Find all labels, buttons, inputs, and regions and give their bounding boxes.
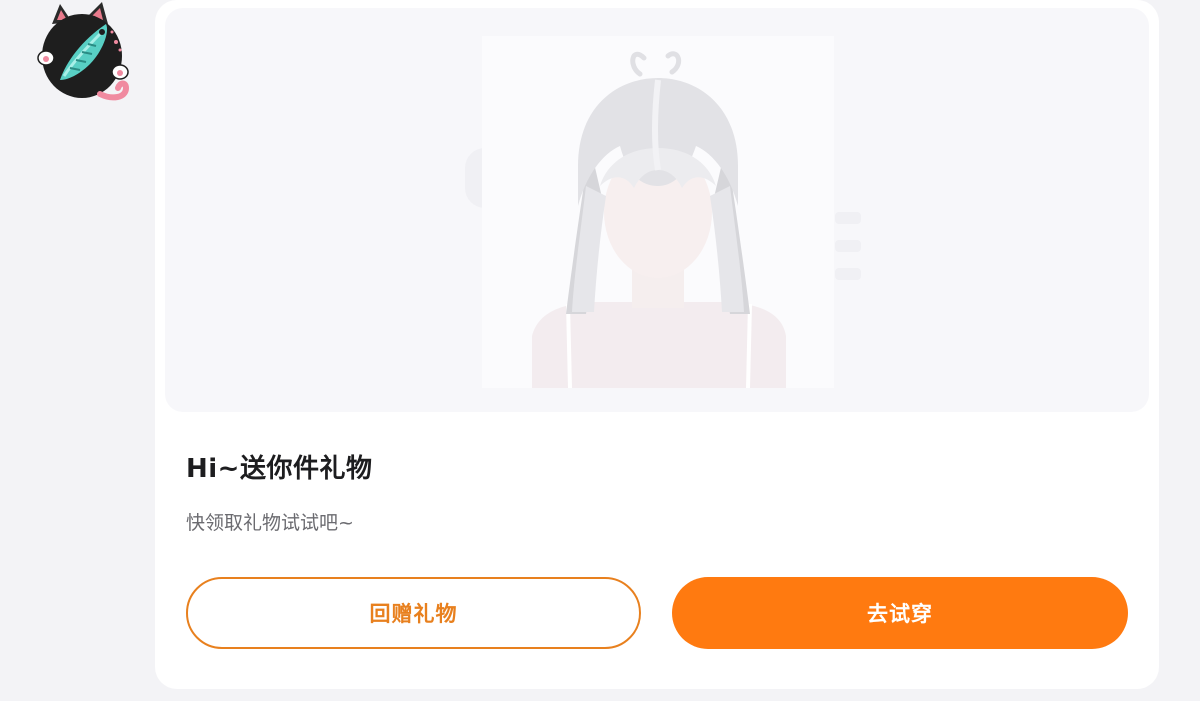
- background-decoration: [835, 268, 861, 280]
- sender-avatar[interactable]: [30, 2, 134, 106]
- background-decoration: [835, 240, 861, 252]
- gift-preview-area[interactable]: [165, 8, 1149, 412]
- cat-fish-avatar-icon: [37, 2, 130, 101]
- return-gift-button[interactable]: 回赠礼物: [186, 577, 641, 649]
- try-on-button[interactable]: 去试穿: [672, 577, 1128, 649]
- gift-message-page: Hi~送你件礼物 快领取礼物试试吧~ 回赠礼物 去试穿: [0, 0, 1200, 701]
- white-hair-character-image: [482, 36, 834, 389]
- gift-card: Hi~送你件礼物 快领取礼物试试吧~ 回赠礼物 去试穿: [155, 0, 1159, 689]
- gift-subtitle: 快领取礼物试试吧~: [186, 512, 354, 534]
- background-decoration: [835, 212, 861, 224]
- gift-title: Hi~送你件礼物: [186, 454, 373, 484]
